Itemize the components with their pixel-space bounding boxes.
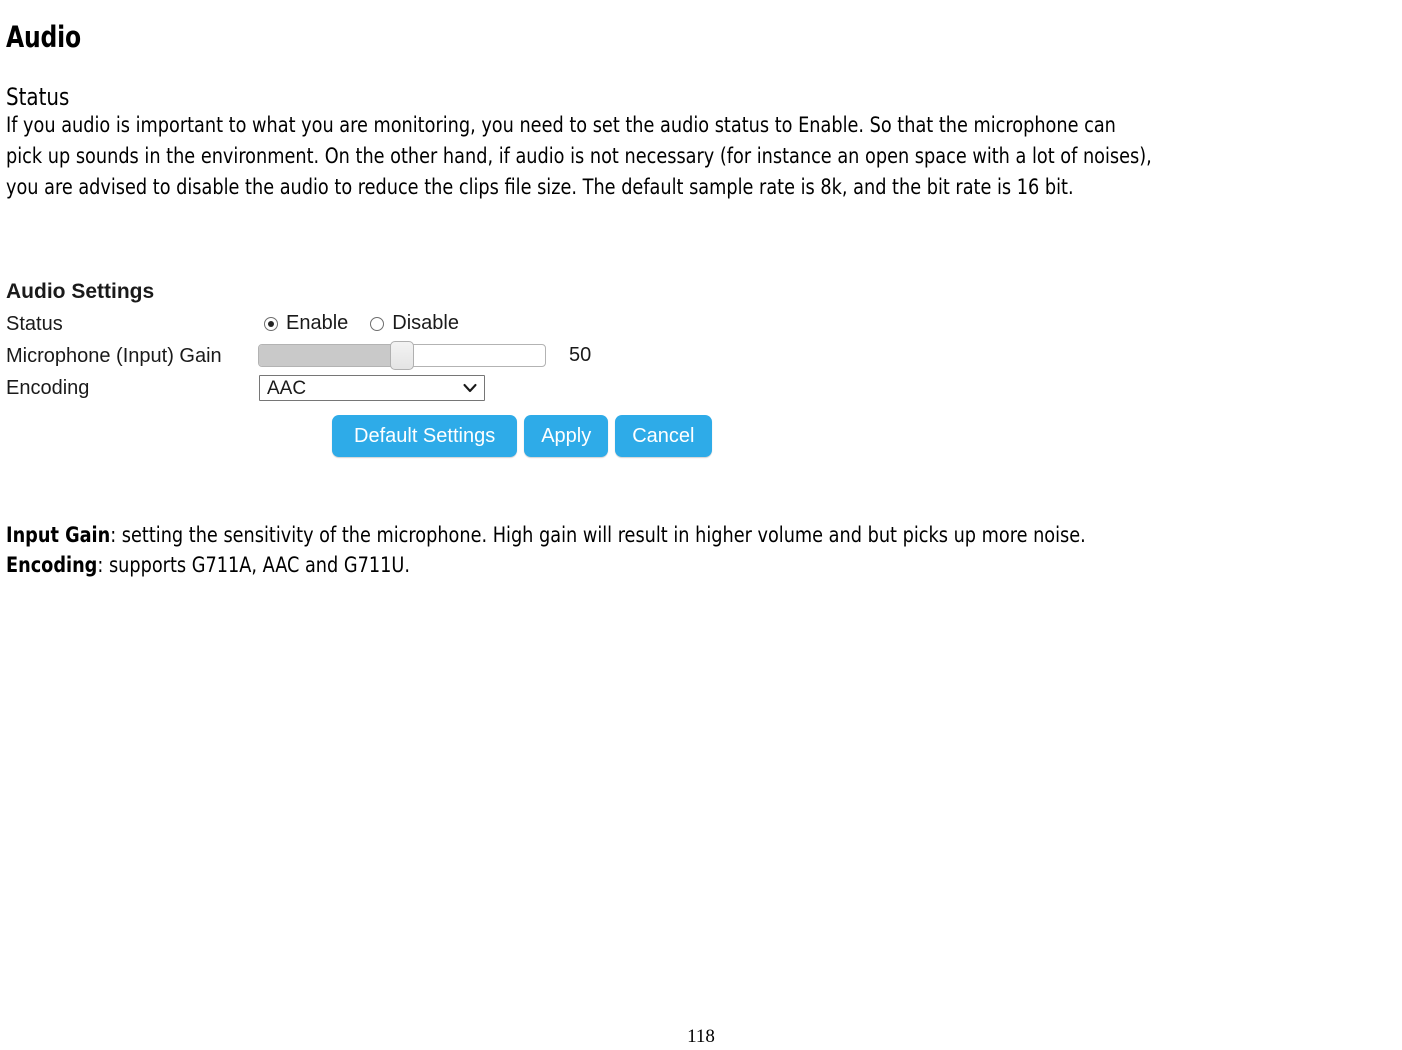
status-radio-group: Enable Disable [264, 312, 459, 335]
status-radio-enable[interactable]: Enable [264, 312, 348, 335]
microphone-gain-value: 50 [569, 344, 592, 366]
radio-selected-icon[interactable] [264, 316, 278, 331]
input-gain-note: Input Gain: setting the sensitivity of t… [6, 521, 1278, 551]
section-subheading: Status [6, 82, 70, 111]
encoding-term: Encoding [6, 553, 98, 578]
audio-settings-title: Audio Settings [6, 280, 155, 303]
audio-settings-actions: Default Settings Apply Cancel [332, 415, 712, 457]
encoding-note: Encoding: supports G711A, AAC and G711U. [6, 551, 1278, 581]
chevron-down-icon[interactable] [463, 381, 477, 395]
intro-paragraph: If you audio is important to what you ar… [6, 110, 1278, 203]
paragraph-line: If you audio is important to what you ar… [6, 113, 1116, 138]
radio-unselected-icon[interactable] [370, 316, 385, 331]
page-number: 118 [687, 1026, 715, 1047]
encoding-select-value: AAC [267, 378, 307, 399]
paragraph-line: pick up sounds in the environment. On th… [6, 144, 1152, 169]
audio-settings-panel: Audio Settings Status Microphone (Input)… [0, 272, 780, 472]
slider-thumb[interactable] [390, 341, 414, 370]
document-page: Audio Status If you audio is important t… [0, 0, 1402, 1050]
status-label: Status [6, 313, 63, 335]
status-radio-disable-label: Disable [392, 312, 459, 334]
status-radio-disable[interactable]: Disable [370, 312, 459, 335]
default-settings-button[interactable]: Default Settings [332, 415, 518, 457]
microphone-gain-slider[interactable] [258, 341, 546, 370]
paragraph-line: you are advised to disable the audio to … [6, 175, 1074, 200]
microphone-gain-label: Microphone (Input) Gain [6, 345, 222, 367]
status-radio-enable-label: Enable [286, 312, 349, 334]
input-gain-term: Input Gain [6, 523, 111, 548]
encoding-text: : supports G711A, AAC and G711U. [97, 553, 410, 578]
page-title: Audio [6, 20, 81, 55]
input-gain-text: : setting the sensitivity of the microph… [110, 523, 1086, 548]
slider-fill [259, 345, 402, 366]
encoding-select[interactable]: AAC [259, 375, 485, 401]
cancel-button[interactable]: Cancel [615, 415, 712, 457]
apply-button[interactable]: Apply [524, 415, 609, 457]
encoding-label: Encoding [6, 377, 90, 399]
field-descriptions: Input Gain: setting the sensitivity of t… [6, 521, 1278, 581]
